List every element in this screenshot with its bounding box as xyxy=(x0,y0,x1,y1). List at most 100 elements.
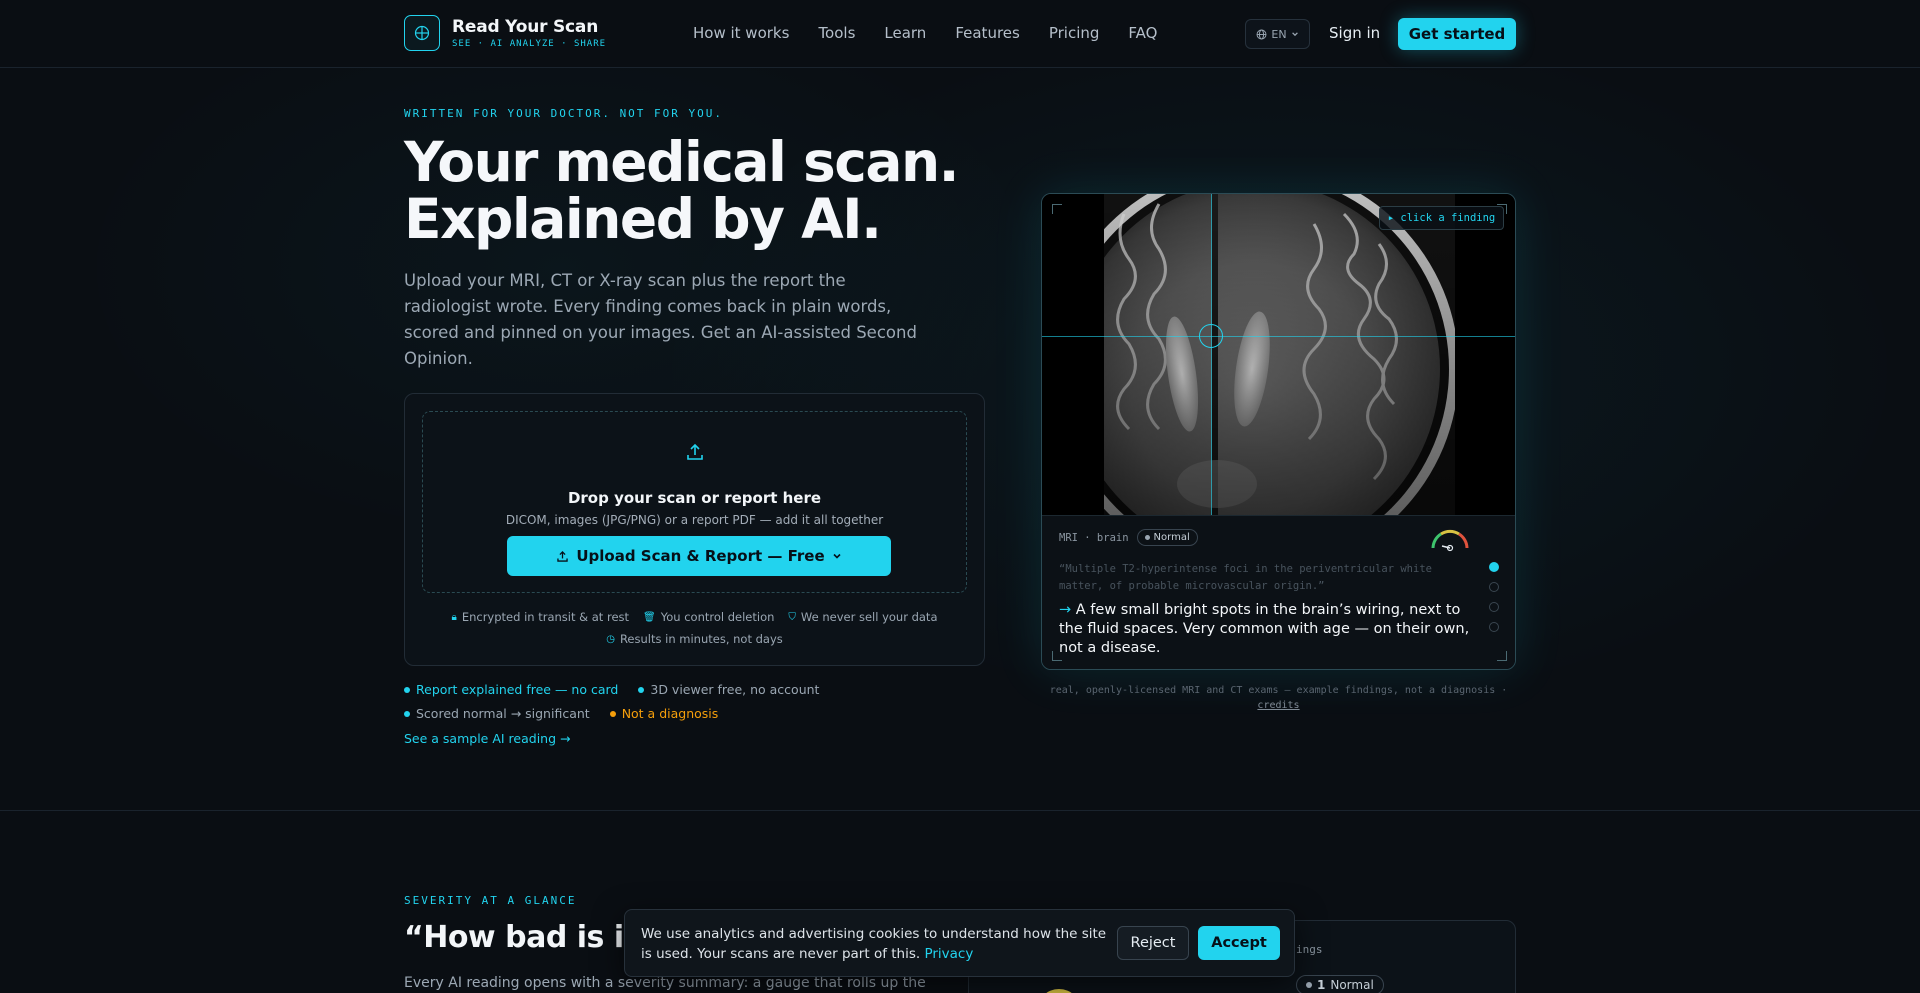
bullet-item: Report explained free — no card xyxy=(404,682,618,697)
lock-icon: 🔒︎ xyxy=(451,611,457,623)
bullet-item: Scored normal → significant xyxy=(404,706,590,721)
severity-gauge-icon xyxy=(1431,529,1469,552)
bullet-label: 3D viewer free, no account xyxy=(650,682,820,697)
cookie-message: We use analytics and advertising cookies… xyxy=(641,926,1107,962)
trust-item: ◷ Results in minutes, not days xyxy=(606,632,783,646)
modality-label: MRI · brain xyxy=(1059,531,1129,544)
frame-corner xyxy=(1052,204,1062,214)
signin-link[interactable]: Sign in xyxy=(1329,24,1380,42)
trust-item-label: Encrypted in transit & at rest xyxy=(461,610,630,624)
severity-badge: Normal xyxy=(1136,529,1198,546)
trash-icon: 🗑︎ xyxy=(643,611,656,623)
mri-image xyxy=(1104,194,1455,515)
bullet-item: 3D viewer free, no account xyxy=(638,682,819,697)
nav-link-how-it-works[interactable]: How it works xyxy=(693,24,789,42)
click-finding-hint: ▸ click a finding xyxy=(1379,206,1504,230)
chevron-down-icon xyxy=(833,553,841,559)
hero-eyebrow: WRITTEN FOR YOUR DOCTOR. NOT FOR YOU. xyxy=(404,107,724,120)
finding-dot[interactable] xyxy=(1489,622,1499,632)
severity-gauge xyxy=(1037,989,1081,993)
badge-dot xyxy=(1306,982,1312,988)
severity-subtitle: Every AI reading opens with a severity s… xyxy=(404,975,926,991)
globe-icon xyxy=(1256,29,1267,39)
reject-cookies-button[interactable]: Reject xyxy=(1117,926,1189,960)
finding-panel: MRI · brain Normal “Multiple T2-hyperint… xyxy=(1042,515,1515,669)
upload-icon xyxy=(557,550,569,562)
severity-count-label: Normal xyxy=(1330,978,1374,992)
trust-item-label: You control deletion xyxy=(660,610,775,624)
crosshair-horizontal xyxy=(1042,336,1515,337)
cookie-text: We use analytics and advertising cookies… xyxy=(641,924,1116,964)
dropzone-title: Drop your scan or report here xyxy=(567,489,822,507)
severity-count: 1 xyxy=(1317,978,1326,992)
bullet-row: Report explained free — no card 3D viewe… xyxy=(404,682,819,697)
trust-item: ⛉ We never sell your data xyxy=(788,610,937,624)
finding-marker[interactable] xyxy=(1199,324,1223,348)
nav-link-pricing[interactable]: Pricing xyxy=(1049,24,1100,42)
bullet-row: Scored normal → significant Not a diagno… xyxy=(404,706,819,721)
top-nav: Read Your Scan SEE · AI ANALYZE · SHARE … xyxy=(0,0,1920,68)
cookie-banner: We use analytics and advertising cookies… xyxy=(624,909,1295,977)
privacy-link[interactable]: Privacy xyxy=(924,946,973,962)
upload-card: Drop your scan or report here DICOM, ima… xyxy=(404,393,985,666)
frame-corner xyxy=(1497,651,1507,661)
caption-text: real, openly-licensed MRI and CT exams —… xyxy=(1049,685,1508,696)
trust-row: 🔒︎ Encrypted in transit & at rest 🗑︎ You c… xyxy=(405,610,984,624)
feature-bullets: Report explained free — no card 3D viewe… xyxy=(404,682,819,730)
trust-row: ◷ Results in minutes, not days xyxy=(405,632,984,646)
severity-count-badge: 1 Normal xyxy=(1296,975,1384,993)
scan-canvas[interactable]: ▸ click a finding xyxy=(1042,194,1515,515)
language-selector[interactable]: EN xyxy=(1245,19,1310,49)
upload-icon xyxy=(687,443,703,460)
bullet-dot xyxy=(638,686,645,693)
brand-name: Read Your Scan xyxy=(452,16,599,37)
crosshair-vertical xyxy=(1211,194,1212,515)
bullet-label: Scored normal → significant xyxy=(416,706,590,721)
badge-dot xyxy=(1144,535,1150,540)
credits-link[interactable]: credits xyxy=(1257,700,1299,711)
nav-link-learn[interactable]: Learn xyxy=(884,24,926,42)
bullet-item: Not a diagnosis xyxy=(609,706,719,721)
arrow-icon: → xyxy=(1059,602,1072,618)
severity-badge-label: Normal xyxy=(1153,532,1190,543)
dropzone-subtitle: DICOM, images (JPG/PNG) or a report PDF … xyxy=(505,513,884,527)
clock-icon: ◷ xyxy=(606,633,615,645)
brand-logo[interactable]: Read Your Scan SEE · AI ANALYZE · SHARE xyxy=(404,15,606,51)
finding-meta: MRI · brain Normal xyxy=(1059,529,1198,546)
upload-button-label: Upload Scan & Report — Free xyxy=(576,547,825,565)
sample-reading-link[interactable]: See a sample AI reading → xyxy=(404,731,570,746)
upload-scan-button[interactable]: Upload Scan & Report — Free xyxy=(507,536,891,576)
bullet-dot xyxy=(609,710,616,717)
nav-link-faq[interactable]: FAQ xyxy=(1128,24,1157,42)
finding-dot[interactable] xyxy=(1489,602,1499,612)
scan-viewer: ▸ click a finding MRI · brain Normal “Mu… xyxy=(1041,193,1516,670)
frame-corner xyxy=(1052,651,1062,661)
globe-icon xyxy=(404,15,440,51)
language-label: EN xyxy=(1271,27,1287,41)
finding-dot[interactable] xyxy=(1489,582,1499,592)
radiologist-quote: “Multiple T2-hyperintense foci in the pe… xyxy=(1059,563,1432,592)
trust-item: 🗑︎ You control deletion xyxy=(643,610,774,624)
accept-cookies-button[interactable]: Accept xyxy=(1198,926,1280,960)
get-started-button[interactable]: Get started xyxy=(1398,18,1516,50)
viewer-caption: real, openly-licensed MRI and CT exams —… xyxy=(1041,683,1516,713)
bullet-label: Not a diagnosis xyxy=(621,706,719,721)
section-divider xyxy=(0,810,1920,811)
nav-links: How it works Tools Learn Features Pricin… xyxy=(693,24,1157,42)
finding-pager xyxy=(1489,562,1499,632)
shield-icon: ⛉ xyxy=(788,611,796,623)
hero-title: Your medical scan. Explained by AI. xyxy=(404,134,964,248)
bullet-dot xyxy=(404,710,410,717)
nav-link-tools[interactable]: Tools xyxy=(818,24,855,42)
severity-eyebrow: SEVERITY AT A GLANCE xyxy=(404,894,577,907)
plain-explanation: → A few small bright spots in the brain’… xyxy=(1059,601,1479,658)
brand-tagline: SEE · AI ANALYZE · SHARE xyxy=(452,38,607,49)
hero-title-line2: Explained by AI. xyxy=(404,187,882,251)
finding-dot[interactable] xyxy=(1489,562,1499,572)
hero-title-line1: Your medical scan. xyxy=(404,130,960,194)
trust-item: 🔒︎ Encrypted in transit & at rest xyxy=(452,610,630,624)
trust-item-label: We never sell your data xyxy=(800,610,938,624)
chevron-down-icon xyxy=(1291,32,1298,37)
nav-link-features[interactable]: Features xyxy=(955,24,1020,42)
dropzone[interactable]: Drop your scan or report here DICOM, ima… xyxy=(422,411,967,593)
